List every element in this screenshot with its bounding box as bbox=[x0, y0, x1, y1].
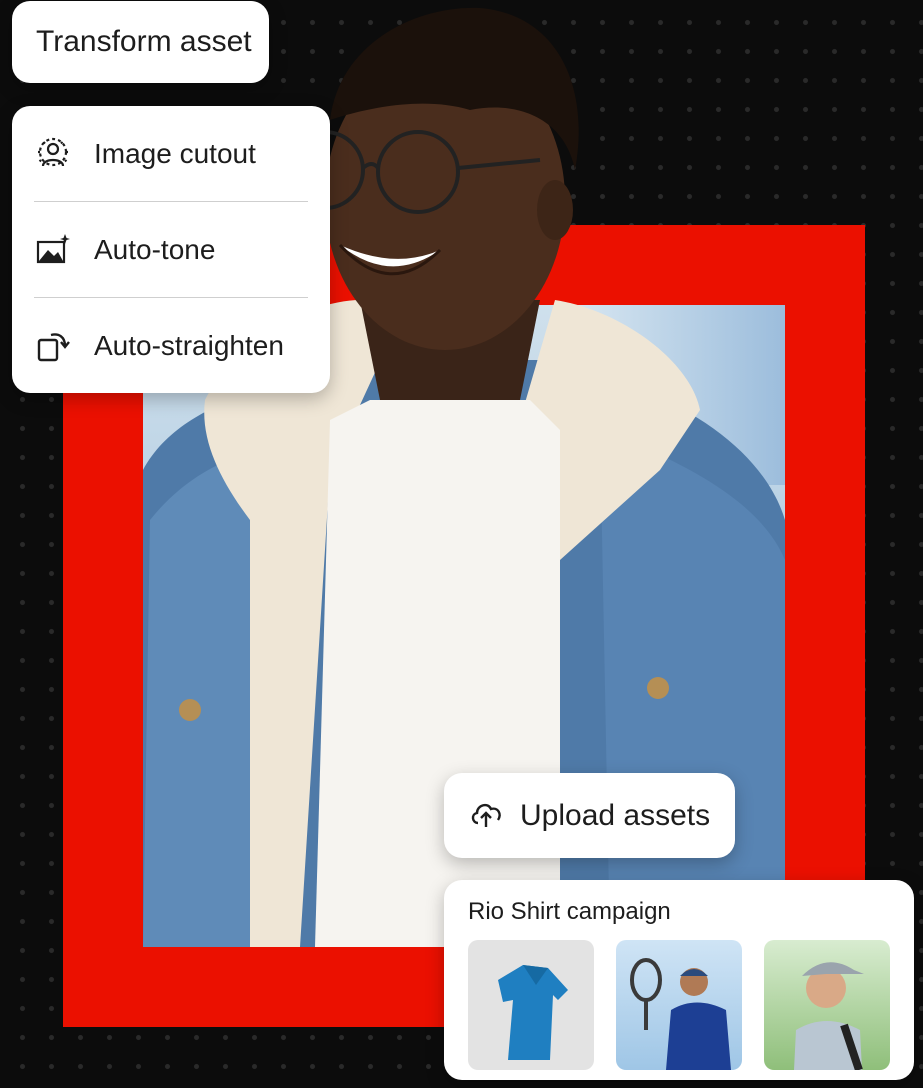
transform-asset-label: Transform asset bbox=[36, 25, 252, 58]
campaign-title: Rio Shirt campaign bbox=[468, 898, 671, 925]
menu-item-label: Auto-straighten bbox=[94, 329, 284, 361]
campaign-thumbnails bbox=[468, 940, 890, 1070]
image-sparkle-icon bbox=[34, 231, 72, 269]
thumbnail-blue-polo[interactable] bbox=[468, 940, 594, 1070]
thumbnail-tennis-player[interactable] bbox=[616, 940, 742, 1070]
person-select-icon bbox=[34, 135, 72, 173]
menu-item-label: Image cutout bbox=[94, 137, 256, 169]
menu-item-image-cutout[interactable]: Image cutout bbox=[34, 106, 308, 201]
menu-item-auto-straighten[interactable]: Auto-straighten bbox=[34, 298, 308, 393]
transform-menu: Image cutout Auto-tone Auto-straighten bbox=[12, 106, 330, 393]
upload-assets-label: Upload assets bbox=[520, 798, 711, 832]
transform-asset-button[interactable]: Transform asset bbox=[12, 1, 269, 83]
campaign-card: Rio Shirt campaign bbox=[444, 880, 914, 1080]
upload-assets-button[interactable]: Upload assets bbox=[444, 773, 735, 858]
rotate-crop-icon bbox=[34, 327, 72, 365]
cloud-upload-icon bbox=[468, 795, 504, 836]
thumbnail-man-in-cap[interactable] bbox=[764, 940, 890, 1070]
menu-item-auto-tone[interactable]: Auto-tone bbox=[34, 202, 308, 297]
menu-item-label: Auto-tone bbox=[94, 233, 216, 265]
